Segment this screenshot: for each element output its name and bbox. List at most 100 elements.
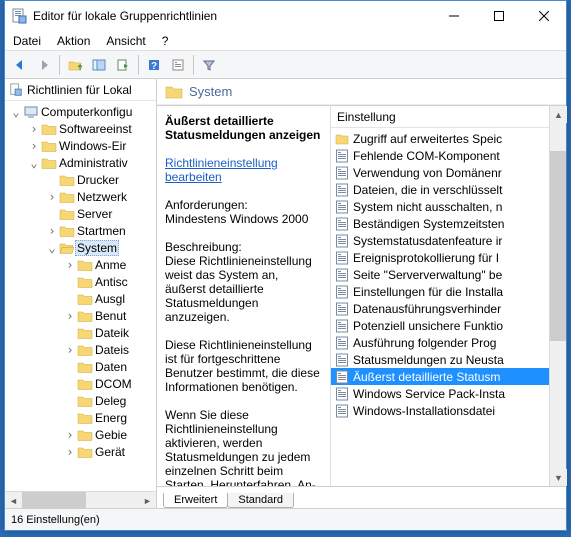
list-item[interactable]: Ausführung folgender Prog: [331, 334, 549, 351]
folder-icon: [77, 377, 93, 391]
list-item[interactable]: Ereignisprotokollierung für I: [331, 249, 549, 266]
tree-item[interactable]: ›Netzwerk: [5, 188, 156, 205]
folder-icon: [77, 292, 93, 306]
folder-icon: [77, 360, 93, 374]
statusbar: 16 Einstellung(en): [5, 508, 566, 530]
expand-icon[interactable]: ›: [27, 139, 41, 153]
show-hide-tree-button[interactable]: [88, 54, 110, 76]
export-button[interactable]: [112, 54, 134, 76]
tree-item[interactable]: ›Anme: [5, 256, 156, 273]
menu-view[interactable]: Ansicht: [106, 34, 145, 48]
expand-icon[interactable]: ›: [63, 428, 77, 442]
tree-item[interactable]: DCOM: [5, 375, 156, 392]
tree-item[interactable]: ⌄Computerkonfigu: [5, 103, 156, 120]
close-button[interactable]: [521, 1, 566, 31]
list-item[interactable]: Statusmeldungen zu Neusta: [331, 351, 549, 368]
tree-item[interactable]: Server: [5, 205, 156, 222]
tree-item[interactable]: › Benut: [5, 307, 156, 324]
policy-item-icon: [335, 200, 349, 214]
back-button[interactable]: [9, 54, 31, 76]
tree-item[interactable]: Ausgl: [5, 290, 156, 307]
tree-item-label: Gebie: [93, 428, 129, 442]
help-button[interactable]: ?: [143, 54, 165, 76]
edit-policy-link[interactable]: Richtlinieneinstellung bearbeiten: [165, 156, 278, 184]
policy-item-icon: [335, 302, 349, 316]
policy-item-icon: [335, 166, 349, 180]
tree-item-label: Benut: [93, 309, 128, 323]
status-text: 16 Einstellung(en): [11, 514, 100, 526]
description-p1: Diese Richtlinieneinstellung weist das S…: [165, 254, 312, 324]
list-item[interactable]: Systemstatusdatenfeature ir: [331, 232, 549, 249]
tree-item[interactable]: Dateik: [5, 324, 156, 341]
menu-help[interactable]: ?: [162, 34, 169, 48]
tree-scrollbar-h[interactable]: ◄ ►: [5, 491, 156, 508]
window-title: Editor für lokale Gruppenrichtlinien: [33, 9, 431, 23]
list-item[interactable]: Datenausführungsverhinder: [331, 300, 549, 317]
expand-icon[interactable]: ⌄: [45, 241, 59, 255]
tree-item[interactable]: ›Gerät: [5, 443, 156, 460]
expand-icon[interactable]: ›: [63, 258, 77, 272]
scroll-left-icon[interactable]: ◄: [5, 492, 22, 509]
list-scrollbar-v[interactable]: ▲ ▼: [549, 106, 566, 486]
expand-icon[interactable]: ›: [45, 224, 59, 238]
scroll-down-icon[interactable]: ▼: [550, 469, 567, 486]
list-item[interactable]: System nicht ausschalten, n: [331, 198, 549, 215]
list-item[interactable]: Dateien, die in verschlüsselt: [331, 181, 549, 198]
up-button[interactable]: [64, 54, 86, 76]
expand-icon[interactable]: ⌄: [27, 156, 41, 170]
tree-item[interactable]: ⌄System: [5, 239, 156, 256]
tree-item[interactable]: ›Dateis: [5, 341, 156, 358]
policy-item-icon: [335, 251, 349, 265]
tree-item-label: Administrativ: [57, 156, 130, 170]
scroll-up-icon[interactable]: ▲: [550, 106, 567, 123]
expand-icon[interactable]: ⌄: [9, 105, 23, 119]
tree-item-label: Softwareeinst: [57, 122, 134, 136]
minimize-button[interactable]: [431, 1, 476, 31]
list-item[interactable]: Windows-Installationsdatei: [331, 402, 549, 419]
toolbar: ?: [5, 51, 566, 79]
tree-item[interactable]: ›Windows-Eir: [5, 137, 156, 154]
list-item[interactable]: Äußerst detaillierte Statusm: [331, 368, 549, 385]
toolbar-separator: [193, 55, 194, 75]
tree-item-label: Server: [75, 207, 114, 221]
list-column-header[interactable]: Einstellung: [331, 106, 549, 128]
tree-item[interactable]: › Softwareeinst: [5, 120, 156, 137]
tree-item[interactable]: Deleg: [5, 392, 156, 409]
forward-button[interactable]: [33, 54, 55, 76]
menu-action[interactable]: Aktion: [57, 34, 90, 48]
maximize-button[interactable]: [476, 1, 521, 31]
expand-icon[interactable]: ›: [63, 309, 77, 323]
list-item[interactable]: Verwendung von Domänenr: [331, 164, 549, 181]
tree-item[interactable]: › Gebie: [5, 426, 156, 443]
properties-button[interactable]: [167, 54, 189, 76]
tree-item-label: Energ: [93, 411, 129, 425]
expand-icon[interactable]: ›: [63, 343, 77, 357]
tree-item[interactable]: Daten: [5, 358, 156, 375]
tree-item[interactable]: ›Startmen: [5, 222, 156, 239]
tree-item[interactable]: Drucker: [5, 171, 156, 188]
folder-icon: [59, 224, 75, 238]
tree-body[interactable]: ⌄Computerkonfigu › Softwareeinst›Windows-E…: [5, 101, 156, 491]
expand-icon[interactable]: ›: [63, 445, 77, 459]
scroll-right-icon[interactable]: ►: [139, 492, 156, 509]
tree-header[interactable]: Richtlinien für Lokal: [5, 79, 156, 101]
list-item[interactable]: Seite "Serververwaltung" be: [331, 266, 549, 283]
app-icon: [11, 8, 27, 24]
expand-icon[interactable]: ›: [27, 122, 41, 136]
list-item[interactable]: Fehlende COM-Komponent: [331, 147, 549, 164]
tree-item[interactable]: Energ: [5, 409, 156, 426]
tab-standard[interactable]: Standard: [227, 493, 294, 508]
filter-button[interactable]: [198, 54, 220, 76]
tab-extended[interactable]: Erweitert: [163, 493, 228, 508]
list-item[interactable]: Windows Service Pack-Insta: [331, 385, 549, 402]
list-item[interactable]: Einstellungen für die Installa: [331, 283, 549, 300]
tree-item[interactable]: Antisc: [5, 273, 156, 290]
list-item[interactable]: Zugriff auf erweitertes Speic: [331, 130, 549, 147]
list-body[interactable]: Zugriff auf erweitertes SpeicFehlende CO…: [331, 128, 549, 486]
tree-item[interactable]: ⌄ Administrativ: [5, 154, 156, 171]
list-item[interactable]: Potenziell unsichere Funktio: [331, 317, 549, 334]
list-item[interactable]: Beständigen Systemzeitsten: [331, 215, 549, 232]
menu-file[interactable]: Datei: [13, 34, 41, 48]
expand-icon[interactable]: ›: [45, 190, 59, 204]
tree-root-label: Richtlinien für Lokal: [27, 83, 132, 97]
